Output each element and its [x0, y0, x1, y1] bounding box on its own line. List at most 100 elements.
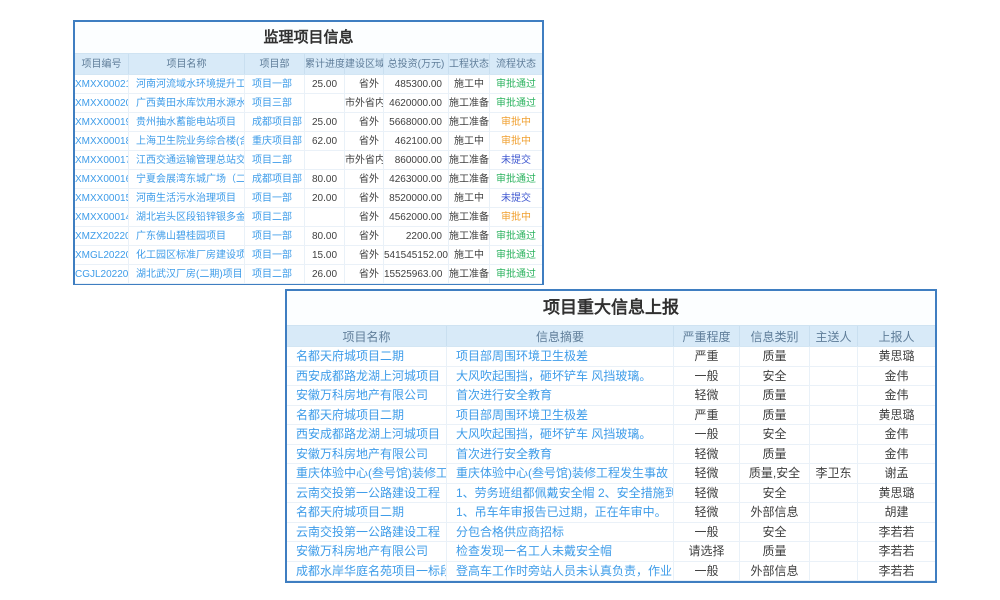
- project-name-link[interactable]: 广西黄田水库饮用水源水质保护项目: [129, 94, 245, 112]
- table-row: 成都水岸华庭名苑项目一标段 登高车工作时旁站人员未认真负责，作业区域缺乏警示标 …: [287, 562, 935, 582]
- category-value: 安全: [740, 523, 810, 542]
- region-value: 市外省内: [345, 94, 384, 112]
- project-name-link[interactable]: 安徽万科房地产有限公司: [287, 542, 447, 561]
- progress-value: 20.00: [305, 189, 345, 207]
- project-name-link[interactable]: 安徽万科房地产有限公司: [287, 386, 447, 405]
- table-row: 西安成都路龙湖上河城项目 大风吹起围挡，砸坏铲车 风挡玻璃。 一般 安全 金伟: [287, 425, 935, 445]
- table-row: 安徽万科房地产有限公司 首次进行安全教育 轻微 质量 金伟: [287, 386, 935, 406]
- project-name-link[interactable]: 广东佛山碧桂园项目: [129, 227, 245, 245]
- project-name-link[interactable]: 江西交通运输管理总站交通枢纽及...: [129, 151, 245, 169]
- summary-link[interactable]: 项目部周围环境卫生极差: [447, 406, 674, 425]
- project-id-link[interactable]: XMXX00016: [75, 170, 129, 188]
- project-dept-link[interactable]: 项目一部: [245, 246, 305, 264]
- project-name-link[interactable]: 西安成都路龙湖上河城项目: [287, 367, 447, 386]
- reporter-value: 金伟: [858, 386, 935, 405]
- category-value: 质量: [740, 347, 810, 366]
- project-dept-link[interactable]: 项目二部: [245, 151, 305, 169]
- flow-state-badge: 审批通过: [490, 227, 542, 245]
- progress-value: 62.00: [305, 132, 345, 150]
- table-row: CGJL202205... 湖北武汉厂房(二期)项目 项目二部 26.00 省外…: [75, 265, 542, 284]
- project-dept-link[interactable]: 项目一部: [245, 75, 305, 93]
- project-name-link[interactable]: 湖北岩头区段铅锌银多金属矿开采...: [129, 208, 245, 226]
- summary-link[interactable]: 大风吹起围挡，砸坏铲车 风挡玻璃。: [447, 367, 674, 386]
- table-row: XMGL20220... 化工园区标准厂房建设项目一期项目 项目一部 15.00…: [75, 246, 542, 265]
- work-state-value: 施工准备: [449, 113, 490, 131]
- recipient-value: [810, 562, 858, 581]
- project-name-link[interactable]: 西安成都路龙湖上河城项目: [287, 425, 447, 444]
- category-value: 质量: [740, 445, 810, 464]
- project-name-link[interactable]: 云南交投第一公路建设工程: [287, 523, 447, 542]
- recipient-value: [810, 386, 858, 405]
- project-dept-link[interactable]: 项目三部: [245, 94, 305, 112]
- project-id-link[interactable]: CGJL202205...: [75, 265, 129, 283]
- project-dept-link[interactable]: 成都项目部: [245, 113, 305, 131]
- project-id-link[interactable]: XMXX00015: [75, 189, 129, 207]
- work-state-value: 施工准备: [449, 227, 490, 245]
- column-header-progress: 累计进度: [305, 54, 345, 74]
- project-name-link[interactable]: 宁夏会展湾东城广场（二期）工程: [129, 170, 245, 188]
- recipient-value: [810, 347, 858, 366]
- summary-link[interactable]: 检查发现一名工人未戴安全帽: [447, 542, 674, 561]
- supervision-project-table: 监理项目信息 项目编号 项目名称 项目部 累计进度 建设区域 总投资(万元) 工…: [73, 20, 544, 285]
- project-dept-link[interactable]: 项目二部: [245, 208, 305, 226]
- project-id-link[interactable]: XMXX00021: [75, 75, 129, 93]
- summary-link[interactable]: 分包合格供应商招标: [447, 523, 674, 542]
- project-id-link[interactable]: XMXX00020: [75, 94, 129, 112]
- project-name-link[interactable]: 重庆体验中心(叁号馆)装修工程: [287, 464, 447, 483]
- column-header-reporter: 上报人: [858, 326, 935, 346]
- summary-link[interactable]: 登高车工作时旁站人员未认真负责，作业区域缺乏警示标: [447, 562, 674, 581]
- project-name-link[interactable]: 云南交投第一公路建设工程: [287, 484, 447, 503]
- project-id-link[interactable]: XMXX00019: [75, 113, 129, 131]
- recipient-value: [810, 503, 858, 522]
- major-info-table-body: 名都天府城项目二期 项目部周围环境卫生极差 严重 质量 黄思璐 西安成都路龙湖上…: [287, 347, 935, 581]
- project-id-link[interactable]: XMGL20220...: [75, 246, 129, 264]
- project-name-link[interactable]: 河南河流域水环境提升工程: [129, 75, 245, 93]
- progress-value: 80.00: [305, 227, 345, 245]
- project-name-link[interactable]: 名都天府城项目二期: [287, 347, 447, 366]
- project-dept-link[interactable]: 成都项目部: [245, 170, 305, 188]
- project-dept-link[interactable]: 项目一部: [245, 189, 305, 207]
- investment-value: 5668000.00: [384, 113, 449, 131]
- project-id-link[interactable]: XMXX00017: [75, 151, 129, 169]
- flow-state-badge: 审批中: [490, 113, 542, 131]
- region-value: 省外: [345, 113, 384, 131]
- summary-link[interactable]: 1、吊车年审报告已过期，正在年审中。: [447, 503, 674, 522]
- category-value: 安全: [740, 484, 810, 503]
- project-name-link[interactable]: 河南生活污水治理项目: [129, 189, 245, 207]
- progress-value: [305, 208, 345, 226]
- flow-state-badge: 审批中: [490, 208, 542, 226]
- project-name-link[interactable]: 化工园区标准厂房建设项目一期项目: [129, 246, 245, 264]
- category-value: 质量: [740, 542, 810, 561]
- column-header-flow-state: 流程状态: [490, 54, 542, 74]
- summary-link[interactable]: 首次进行安全教育: [447, 445, 674, 464]
- project-id-link[interactable]: XMZX20220...: [75, 227, 129, 245]
- supervision-table-header: 项目编号 项目名称 项目部 累计进度 建设区域 总投资(万元) 工程状态 流程状…: [75, 53, 542, 75]
- severity-value: 轻微: [674, 386, 740, 405]
- project-name-link[interactable]: 贵州抽水蓄能电站项目: [129, 113, 245, 131]
- project-dept-link[interactable]: 项目二部: [245, 265, 305, 283]
- project-name-link[interactable]: 名都天府城项目二期: [287, 503, 447, 522]
- summary-link[interactable]: 首次进行安全教育: [447, 386, 674, 405]
- work-state-value: 施工中: [449, 246, 490, 264]
- major-info-table-title: 项目重大信息上报: [287, 291, 935, 325]
- table-row: 名都天府城项目二期 项目部周围环境卫生极差 严重 质量 黄思璐: [287, 406, 935, 426]
- project-name-link[interactable]: 安徽万科房地产有限公司: [287, 445, 447, 464]
- progress-value: 80.00: [305, 170, 345, 188]
- project-dept-link[interactable]: 项目一部: [245, 227, 305, 245]
- project-name-link[interactable]: 成都水岸华庭名苑项目一标段: [287, 562, 447, 581]
- project-name-link[interactable]: 名都天府城项目二期: [287, 406, 447, 425]
- table-row: XMXX00017 江西交通运输管理总站交通枢纽及... 项目二部 市外省内 8…: [75, 151, 542, 170]
- project-name-link[interactable]: 上海卫生院业务综合楼(含业务用...: [129, 132, 245, 150]
- investment-value: 8520000.00: [384, 189, 449, 207]
- project-id-link[interactable]: XMXX00018: [75, 132, 129, 150]
- project-id-link[interactable]: XMXX00014: [75, 208, 129, 226]
- recipient-value: [810, 367, 858, 386]
- recipient-value: [810, 445, 858, 464]
- project-name-link[interactable]: 湖北武汉厂房(二期)项目: [129, 265, 245, 283]
- project-dept-link[interactable]: 重庆项目部: [245, 132, 305, 150]
- summary-link[interactable]: 大风吹起围挡，砸坏铲车 风挡玻璃。: [447, 425, 674, 444]
- column-header-category: 信息类别: [740, 326, 810, 346]
- summary-link[interactable]: 1、劳务班组都佩戴安全帽 2、安全措施到位: [447, 484, 674, 503]
- summary-link[interactable]: 重庆体验中心(叁号馆)装修工程发生事故: [447, 464, 674, 483]
- summary-link[interactable]: 项目部周围环境卫生极差: [447, 347, 674, 366]
